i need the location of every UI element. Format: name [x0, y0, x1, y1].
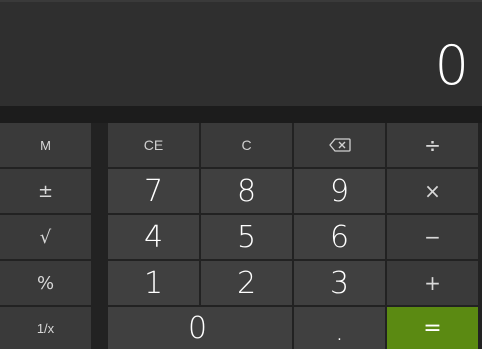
divide-button[interactable]: ÷ [387, 123, 478, 167]
backspace-icon [328, 138, 351, 152]
decimal-point-button[interactable]: . [294, 307, 385, 349]
digit-8-button[interactable]: 8 [201, 169, 292, 213]
display-separator [0, 106, 482, 123]
digit-9-button[interactable]: 9 [294, 169, 385, 213]
digit-7-button[interactable]: 7 [108, 169, 199, 213]
digit-6-button[interactable]: 6 [294, 215, 385, 259]
equals-button[interactable]: = [387, 307, 478, 349]
digit-0-button[interactable]: 0 [108, 307, 292, 349]
plus-minus-button[interactable]: ± [0, 169, 91, 213]
add-button[interactable]: + [387, 261, 478, 305]
digit-4-button[interactable]: 4 [108, 215, 199, 259]
clear-button[interactable]: C [201, 123, 292, 167]
backspace-button[interactable] [294, 123, 385, 167]
display-panel: 0 [0, 0, 482, 106]
multiply-button[interactable]: × [387, 169, 478, 213]
reciprocal-button[interactable]: 1/x [0, 307, 91, 349]
clear-entry-button[interactable]: CE [108, 123, 199, 167]
digit-2-button[interactable]: 2 [201, 261, 292, 305]
digit-5-button[interactable]: 5 [201, 215, 292, 259]
percent-button[interactable]: % [0, 261, 91, 305]
memory-button[interactable]: M [0, 123, 91, 167]
square-root-button[interactable]: √ [0, 215, 91, 259]
display-value: 0 [434, 34, 469, 97]
digit-3-button[interactable]: 3 [294, 261, 385, 305]
digit-1-button[interactable]: 1 [108, 261, 199, 305]
subtract-button[interactable]: − [387, 215, 478, 259]
display-divider [0, 0, 482, 2]
calculator-window: 0 M ± √ % 1/x CE C ÷ 7 8 9 × 4 5 6 − 1 2… [0, 0, 482, 349]
